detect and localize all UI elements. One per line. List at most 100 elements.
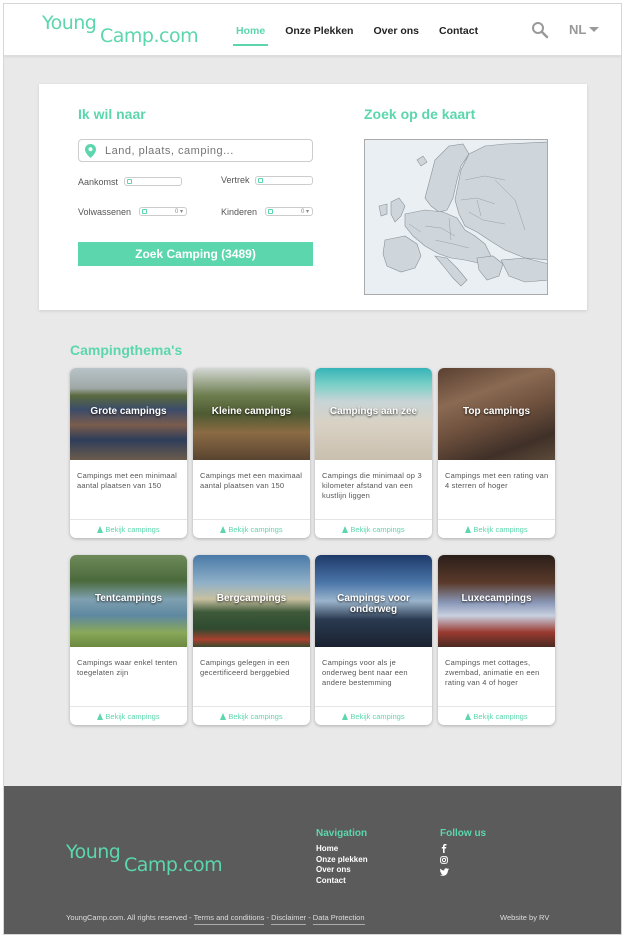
location-pin-icon: [85, 144, 96, 163]
website-credit: Website by RV: [500, 913, 550, 922]
footer-link-contact[interactable]: Contact: [316, 876, 368, 887]
themes-title: Campingthema's: [70, 342, 183, 358]
calendar-icon: [127, 179, 132, 184]
theme-description: Campings die minimaal op 3 kilometer afs…: [322, 471, 422, 500]
view-campings-label: Bekijk campings: [228, 712, 283, 721]
arrival-label: Aankomst: [78, 177, 119, 187]
theme-card-tentcampings[interactable]: Tentcampings Campings waar enkel tenten …: [70, 555, 187, 725]
tent-icon: [97, 713, 104, 720]
view-campings-link[interactable]: Bekijk campings: [315, 706, 432, 725]
theme-card-campings-aan-zee[interactable]: Campings aan zee Campings die minimaal o…: [315, 368, 432, 538]
theme-card-luxecampings[interactable]: Luxecampings Campings met cottages, zwem…: [438, 555, 555, 725]
footer-legal: YoungCamp.com. All rights reserved - Ter…: [66, 913, 365, 925]
view-campings-label: Bekijk campings: [105, 712, 160, 721]
theme-description: Campings voor als je onderweg bent naar …: [322, 658, 408, 687]
view-campings-label: Bekijk campings: [105, 525, 160, 534]
footer-link-home[interactable]: Home: [316, 844, 368, 855]
theme-title: Top campings: [462, 406, 531, 417]
view-campings-label: Bekijk campings: [350, 525, 405, 534]
departure-date-input[interactable]: [255, 176, 313, 185]
site-header: Young Camp.com Home Onze Plekken Over on…: [4, 4, 621, 56]
view-campings-link[interactable]: Bekijk campings: [438, 706, 555, 725]
twitter-icon[interactable]: [440, 868, 449, 880]
search-icon[interactable]: [531, 21, 549, 39]
tent-icon: [465, 713, 472, 720]
footer-nav-title: Navigation: [316, 828, 368, 839]
theme-title: Grote campings: [90, 406, 167, 417]
nav-item-over-ons[interactable]: Over ons: [365, 4, 427, 56]
adults-label: Volwassenen: [78, 207, 132, 217]
view-campings-link[interactable]: Bekijk campings: [193, 706, 310, 725]
theme-title: Luxecampings: [461, 593, 532, 604]
europe-map[interactable]: [364, 139, 548, 295]
theme-card-kleine-campings[interactable]: Kleine campings Campings met een maximaa…: [193, 368, 310, 538]
map-heading: Zoek op de kaart: [364, 106, 476, 122]
instagram-icon[interactable]: [440, 856, 449, 868]
facebook-icon[interactable]: [440, 844, 449, 856]
language-selector[interactable]: NL: [569, 22, 600, 37]
view-campings-link[interactable]: Bekijk campings: [193, 519, 310, 538]
language-label: NL: [569, 22, 587, 37]
arrival-date-input[interactable]: [124, 177, 182, 186]
destination-input[interactable]: [105, 142, 305, 159]
theme-title: Bergcampings: [216, 593, 287, 604]
tent-icon: [342, 713, 349, 720]
person-icon: [142, 209, 147, 214]
tent-icon: [220, 713, 227, 720]
view-campings-label: Bekijk campings: [473, 712, 528, 721]
departure-label: Vertrek: [221, 175, 250, 185]
tent-icon: [342, 526, 349, 533]
theme-title: Campings aan zee: [329, 406, 418, 417]
view-campings-link[interactable]: Bekijk campings: [70, 706, 187, 725]
footer-link-over-ons[interactable]: Over ons: [316, 865, 368, 876]
social-links: [440, 844, 449, 880]
view-campings-link[interactable]: Bekijk campings: [315, 519, 432, 538]
separator: -: [306, 913, 313, 922]
logo-line-2: Camp.com: [124, 854, 223, 876]
view-campings-link[interactable]: Bekijk campings: [438, 519, 555, 538]
logo-line-1: Young: [42, 12, 97, 34]
footer-logo[interactable]: Young Camp.com: [66, 841, 236, 881]
children-value: 0: [300, 209, 305, 215]
search-card: Ik wil naar Aankomst Vertrek Volwassenen…: [39, 84, 587, 310]
theme-card-campings-voor-onderweg[interactable]: Campings voor onderweg Campings voor als…: [315, 555, 432, 725]
view-campings-link[interactable]: Bekijk campings: [70, 519, 187, 538]
view-campings-label: Bekijk campings: [228, 525, 283, 534]
theme-description: Campings met een rating van 4 sterren of…: [445, 471, 549, 490]
data-protection-link[interactable]: Data Protection: [312, 913, 365, 925]
adults-value: 0: [174, 209, 179, 215]
nav-item-home[interactable]: Home: [228, 4, 273, 56]
search-camping-button[interactable]: Zoek Camping (3489): [78, 242, 313, 266]
theme-title: Kleine campings: [211, 406, 292, 417]
children-label: Kinderen: [221, 207, 258, 217]
search-heading: Ik wil naar: [78, 106, 146, 122]
person-icon: [268, 209, 273, 214]
main-nav: Home Onze Plekken Over ons Contact: [228, 4, 490, 56]
theme-description: Campings met cottages, zwembad, animatie…: [445, 658, 540, 687]
site-logo[interactable]: Young Camp.com: [42, 12, 212, 52]
footer-nav: Home Onze plekken Over ons Contact: [316, 844, 368, 886]
disclaimer-link[interactable]: Disclaimer: [271, 913, 307, 925]
terms-link[interactable]: Terms and conditions: [193, 913, 265, 925]
children-select[interactable]: 0 ▾: [265, 207, 313, 216]
theme-description: Campings met een maximaal aantal plaatse…: [200, 471, 303, 490]
nav-item-onze-plekken[interactable]: Onze Plekken: [277, 4, 361, 56]
theme-description: Campings met een minimaal aantal plaatse…: [77, 471, 178, 490]
logo-line-1: Young: [66, 841, 121, 863]
theme-description: Campings waar enkel tenten toegelaten zi…: [77, 658, 178, 677]
logo-line-2: Camp.com: [100, 25, 199, 47]
theme-card-bergcampings[interactable]: Bergcampings Campings gelegen in een gec…: [193, 555, 310, 725]
calendar-icon: [258, 178, 263, 183]
nav-item-contact[interactable]: Contact: [431, 4, 486, 56]
destination-search[interactable]: [78, 139, 313, 162]
theme-card-top-campings[interactable]: Top campings Campings met een rating van…: [438, 368, 555, 538]
footer-link-onze-plekken[interactable]: Onze plekken: [316, 855, 368, 866]
theme-title: Campings voor onderweg: [337, 593, 410, 615]
adults-select[interactable]: 0 ▾: [139, 207, 187, 216]
tent-icon: [220, 526, 227, 533]
follow-us-title: Follow us: [440, 828, 487, 839]
view-campings-label: Bekijk campings: [350, 712, 405, 721]
theme-card-grote-campings[interactable]: Grote campings Campings met een minimaal…: [70, 368, 187, 538]
theme-description: Campings gelegen in een gecertificeerd b…: [200, 658, 290, 677]
copyright-text: YoungCamp.com. All rights reserved -: [66, 913, 194, 922]
